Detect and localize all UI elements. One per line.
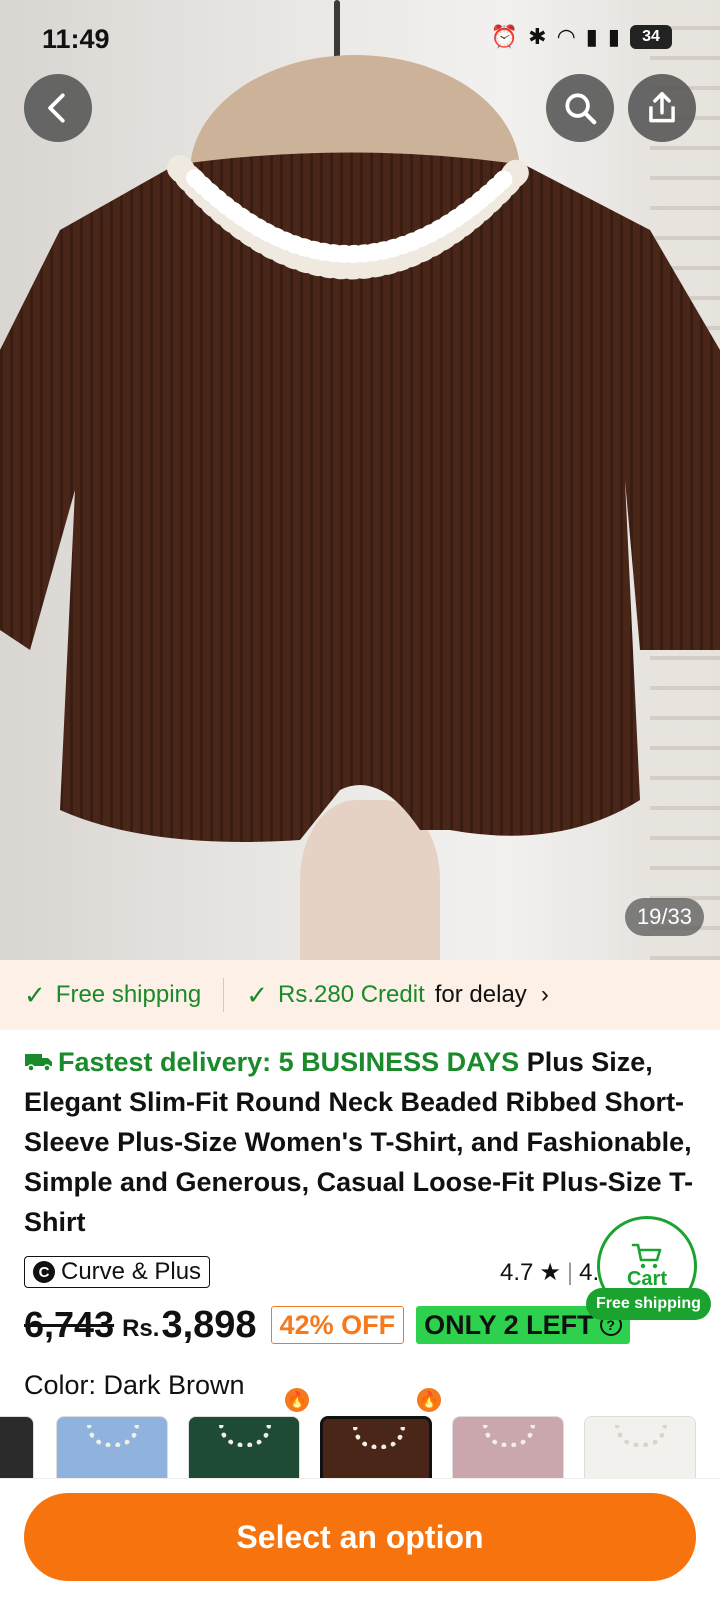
free-shipping-info: ✓ Free shipping <box>24 980 201 1011</box>
check-icon: ✓ <box>24 979 46 1010</box>
image-counter: 19/33 <box>624 898 704 936</box>
signal-icon: ▮ <box>585 24 598 49</box>
hot-icon: 🔥 <box>283 1386 311 1414</box>
back-button[interactable] <box>24 74 92 142</box>
truck-icon <box>25 1054 52 1072</box>
price-row: 6,743 Rs. 3,898 42% OFF ONLY 2 LEFT? <box>24 1300 630 1350</box>
rating[interactable]: 4.7 ★ | 4. <box>500 1258 599 1287</box>
rating-value: 4.7 <box>500 1258 534 1286</box>
brand-logo-icon: C <box>33 1261 55 1283</box>
beaded-collar <box>219 1425 271 1447</box>
brand-name: Curve & Plus <box>61 1258 202 1285</box>
product-title: Fastest delivery: 5 BUSINESS DAYS Plus S… <box>24 1042 696 1242</box>
t-shirt <box>0 150 720 870</box>
fast-delivery-label: Fastest delivery: 5 BUSINESS DAYS <box>24 1047 519 1077</box>
color-swatch[interactable] <box>584 1416 696 1480</box>
shipping-bar[interactable]: ✓ Free shipping ✓ Rs.280 Credit for dela… <box>0 960 720 1030</box>
discount-badge: 42% OFF <box>270 1306 405 1344</box>
sale-price: 3,898 <box>161 1303 257 1346</box>
color-swatch-selected[interactable] <box>320 1416 432 1480</box>
beaded-collar <box>483 1425 535 1447</box>
cart-icon <box>631 1243 662 1268</box>
beaded-collar <box>87 1425 139 1447</box>
check-icon: ✓ <box>246 979 269 1010</box>
back-arrow-icon <box>48 93 65 123</box>
status-icons: ⏰ ✱ ◠ ▮ ▮ 34 <box>491 24 672 50</box>
status-bar: 11:49 ⏰ ✱ ◠ ▮ ▮ 34 <box>0 0 720 80</box>
rating-separator: | <box>566 1258 574 1286</box>
beaded-collar <box>353 1427 405 1449</box>
wifi-icon: ◠ <box>556 24 576 49</box>
credit-suffix: for delay <box>434 981 527 1008</box>
search-button[interactable] <box>546 74 614 142</box>
delay-credit-info[interactable]: ✓ Rs.280 Credit for delay › <box>246 980 549 1011</box>
color-swatches[interactable] <box>0 1416 720 1480</box>
bluetooth-icon: ✱ <box>528 24 547 49</box>
color-swatch[interactable] <box>452 1416 564 1480</box>
select-option-button[interactable]: Select an option <box>24 1493 696 1581</box>
chevron-right-icon: › <box>540 981 549 1008</box>
color-swatch[interactable] <box>188 1416 300 1480</box>
bottom-bar: Select an option <box>0 1478 720 1604</box>
color-swatch[interactable] <box>0 1416 34 1480</box>
fast-delivery-text: Fastest delivery: 5 BUSINESS DAYS <box>58 1047 520 1077</box>
hot-icon: 🔥 <box>415 1386 443 1414</box>
color-label: Color: Dark Brown <box>24 1370 245 1400</box>
credit-text: Rs.280 Credit <box>278 981 425 1008</box>
share-button[interactable] <box>628 74 696 142</box>
divider <box>223 978 225 1012</box>
stock-text: ONLY 2 LEFT <box>424 1309 594 1340</box>
share-icon <box>649 92 675 123</box>
beaded-collar <box>615 1425 667 1447</box>
free-shipping-text: Free shipping <box>55 981 202 1008</box>
cart-free-shipping-badge: Free shipping <box>586 1288 711 1320</box>
color-swatch[interactable] <box>56 1416 168 1480</box>
currency: Rs. <box>122 1315 160 1342</box>
battery-icon: 34 <box>630 25 672 49</box>
status-time: 11:49 <box>42 24 110 54</box>
search-icon <box>565 93 597 125</box>
original-price: 6,743 <box>24 1304 115 1345</box>
star-icon: ★ <box>539 1259 561 1286</box>
product-image[interactable] <box>0 0 720 960</box>
alarm-icon: ⏰ <box>490 24 519 49</box>
brand-badge[interactable]: C Curve & Plus <box>24 1256 211 1288</box>
signal-icon: ▮ <box>607 24 620 49</box>
